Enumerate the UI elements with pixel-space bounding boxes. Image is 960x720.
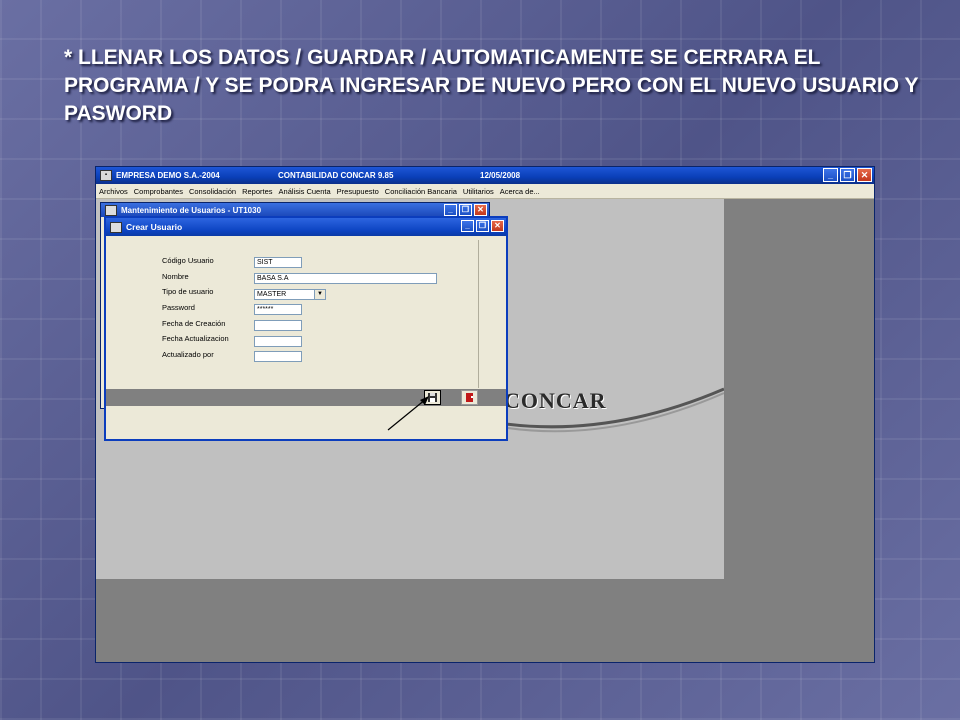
password-label: Password <box>162 303 195 312</box>
company-name: EMPRESA DEMO S.A.-2004 <box>116 171 220 180</box>
concar-logo: CONCAR <box>504 388 607 413</box>
dialog-minimize-button[interactable]: _ <box>461 220 474 232</box>
pointer-arrow <box>387 396 429 431</box>
back-close-button[interactable]: ✕ <box>474 204 487 216</box>
app-date: 12/05/2008 <box>480 171 521 180</box>
minimize-button[interactable]: _ <box>823 168 838 182</box>
window-icon <box>105 204 117 216</box>
app-icon: ▪ <box>100 170 112 181</box>
menu-analisis-cuenta[interactable]: Análisis Cuenta <box>276 187 334 196</box>
menu-comprobantes[interactable]: Comprobantes <box>131 187 186 196</box>
tipo-select[interactable]: MASTER ▼ <box>254 289 326 300</box>
exit-door-icon <box>466 393 473 402</box>
nombre-field[interactable]: BASA S.A <box>254 273 437 284</box>
menu-bar: Archivos Comprobantes Consolidación Repo… <box>96 184 874 199</box>
exit-button[interactable] <box>461 390 478 405</box>
menu-consolidacion[interactable]: Consolidación <box>186 187 239 196</box>
back-maximize-button[interactable]: ❐ <box>459 204 472 216</box>
tipo-label: Tipo de usuario <box>162 287 214 296</box>
codigo-label: Código Usuario <box>162 256 214 265</box>
creacion-label: Fecha de Creación <box>162 319 226 328</box>
back-window-titlebar: Mantenimiento de Usuarios - UT1030 _ ❐ ✕ <box>101 203 489 217</box>
dialog-close-button[interactable]: ✕ <box>491 220 504 232</box>
form-panel: Código Usuario SIST Nombre BASA S.A Tipo… <box>112 240 479 388</box>
menu-archivos[interactable]: Archivos <box>96 187 131 196</box>
actualizacion-field[interactable] <box>254 336 302 347</box>
password-field[interactable]: ****** <box>254 304 302 315</box>
menu-conciliacion-bancaria[interactable]: Conciliación Bancaria <box>382 187 460 196</box>
back-window-title: Mantenimiento de Usuarios - UT1030 <box>121 205 262 215</box>
slide-title: * LLENAR LOS DATOS / GUARDAR / AUTOMATIC… <box>64 46 919 125</box>
creacion-field[interactable] <box>254 320 302 331</box>
actualizacion-label: Fecha Actualizacion <box>162 334 229 343</box>
menu-acerca-de[interactable]: Acerca de... <box>497 187 543 196</box>
maximize-button[interactable]: ❐ <box>840 168 855 182</box>
menu-presupuesto[interactable]: Presupuesto <box>334 187 382 196</box>
dialog-title: Crear Usuario <box>126 222 183 232</box>
dialog-maximize-button[interactable]: ❐ <box>476 220 489 232</box>
tipo-value: MASTER <box>257 291 287 298</box>
menu-utilitarios[interactable]: Utilitarios <box>460 187 497 196</box>
codigo-field[interactable]: SIST <box>254 257 302 268</box>
app-titlebar: ▪ EMPRESA DEMO S.A.-2004 CONTABILIDAD CO… <box>96 167 874 184</box>
back-minimize-button[interactable]: _ <box>444 204 457 216</box>
chevron-down-icon[interactable]: ▼ <box>314 290 325 299</box>
dialog-icon <box>110 221 122 233</box>
actualizado-field[interactable] <box>254 351 302 362</box>
crear-usuario-dialog: Crear Usuario _ ❐ ✕ Código Usuario SIST … <box>104 216 508 441</box>
dialog-toolbar <box>106 389 506 406</box>
dialog-titlebar: Crear Usuario _ ❐ ✕ <box>106 218 506 236</box>
product-name: CONTABILIDAD CONCAR 9.85 <box>278 171 394 180</box>
close-button[interactable]: ✕ <box>857 168 872 182</box>
actualizado-label: Actualizado por <box>162 350 214 359</box>
menu-reportes[interactable]: Reportes <box>239 187 275 196</box>
nombre-label: Nombre <box>162 272 189 281</box>
